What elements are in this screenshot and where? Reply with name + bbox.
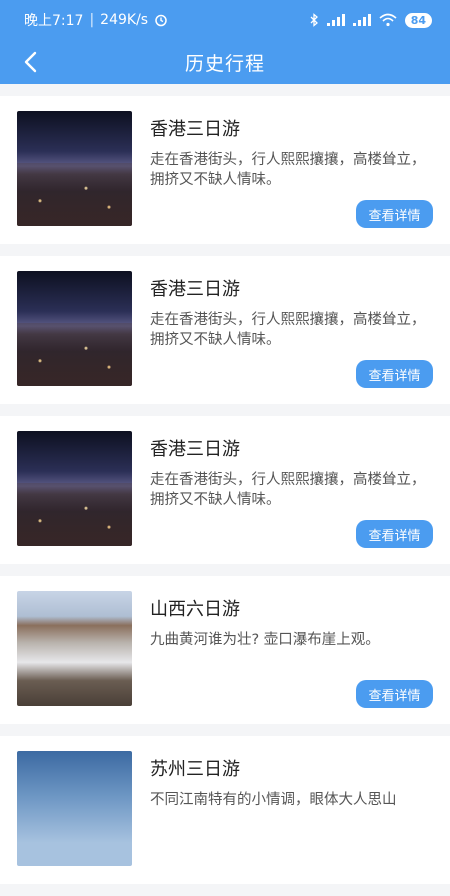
trip-image-hongkong	[17, 271, 132, 386]
view-details-button[interactable]: 查看详情	[356, 520, 433, 548]
trip-description: 走在香港街头，行人熙熙攘攘，高楼耸立，拥挤又不缺人情味。	[150, 152, 426, 188]
trip-title: 苏州三日游	[150, 759, 240, 780]
nav-bar: 历史行程	[0, 40, 450, 84]
trip-card: 苏州三日游 不同江南特有的小情调，眼体大人思山	[0, 736, 450, 884]
trip-description: 九曲黄河谁为壮? 壶口瀑布崖上观。	[150, 632, 380, 648]
chevron-left-icon	[24, 51, 37, 73]
back-button[interactable]	[14, 46, 46, 78]
trip-title: 山西六日游	[150, 599, 240, 620]
battery-indicator: 84	[404, 12, 432, 28]
trip-card: 香港三日游 走在香港街头，行人熙熙攘攘，高楼耸立，拥挤又不缺人情味。 查看详情	[0, 416, 450, 564]
status-separator: |	[89, 12, 95, 28]
status-time: 晚上7:17	[24, 13, 84, 29]
trip-image-hongkong	[17, 111, 132, 226]
view-details-button[interactable]: 查看详情	[356, 680, 433, 708]
signal-hd-icon	[352, 14, 371, 26]
status-speed: 249K/s	[100, 12, 149, 28]
trip-image-hongkong	[17, 431, 132, 546]
trip-list: 香港三日游 走在香港街头，行人熙熙攘攘，高楼耸立，拥挤又不缺人情味。 查看详情 …	[0, 96, 450, 896]
wifi-icon	[379, 13, 397, 27]
status-bar: 晚上7:17 | 249K/s 84	[0, 0, 450, 40]
view-details-button[interactable]: 查看详情	[356, 200, 433, 228]
trip-card: 香港三日游 走在香港街头，行人熙熙攘攘，高楼耸立，拥挤又不缺人情味。 查看详情	[0, 96, 450, 244]
trip-description: 走在香港街头，行人熙熙攘攘，高楼耸立，拥挤又不缺人情味。	[150, 312, 426, 348]
trip-image-waterfall	[17, 591, 132, 706]
trip-title: 香港三日游	[150, 119, 240, 140]
view-details-button[interactable]: 查看详情	[356, 360, 433, 388]
trip-image-suzhou	[17, 751, 132, 866]
trip-description: 走在香港街头，行人熙熙攘攘，高楼耸立，拥挤又不缺人情味。	[150, 472, 426, 508]
page-title: 历史行程	[184, 52, 265, 75]
alarm-icon	[155, 14, 167, 27]
bluetooth-icon	[310, 13, 318, 27]
trip-title: 香港三日游	[150, 279, 240, 300]
app-header: 晚上7:17 | 249K/s 84 历史行程	[0, 0, 450, 84]
trip-description: 不同江南特有的小情调，眼体大人思山	[150, 792, 397, 808]
trip-card: 山西六日游 九曲黄河谁为壮? 壶口瀑布崖上观。 查看详情	[0, 576, 450, 724]
trip-card: 香港三日游 走在香港街头，行人熙熙攘攘，高楼耸立，拥挤又不缺人情味。 查看详情	[0, 256, 450, 404]
signal-icon	[326, 14, 345, 26]
trip-title: 香港三日游	[150, 439, 240, 460]
